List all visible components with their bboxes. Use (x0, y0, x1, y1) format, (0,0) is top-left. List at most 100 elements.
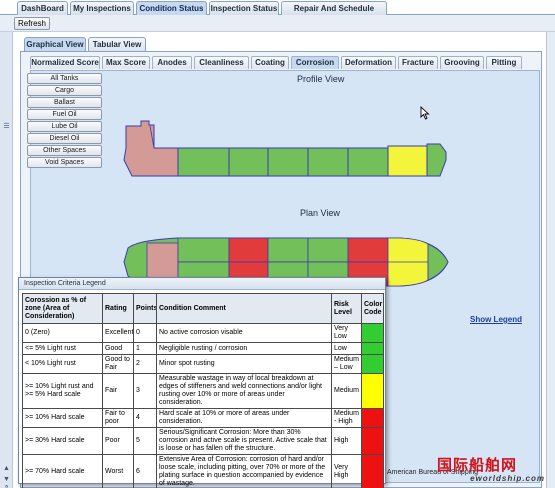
legend-cell-rating: Excellent (102, 323, 134, 343)
legend-color-swatch (361, 354, 384, 374)
legend-row: <= 5% Light rust Good 1 Negligible rusting … (22, 342, 384, 355)
legend-cell-comment: Measurable wastage in way of local break… (156, 373, 332, 409)
space-filter-list: All Tanks Cargo Ballast Fuel Oil Lube Oi… (27, 73, 102, 169)
legend-cell-comment: Minor spot rusting (156, 354, 332, 374)
tab-repair-schedule-status[interactable]: Repair And Schedule Status (281, 1, 387, 26)
plan-view-title: Plan View (300, 208, 340, 218)
legend-cell-comment: Hard scale at 10% or more of areas under… (156, 408, 332, 428)
filter-cargo[interactable]: Cargo (27, 85, 102, 96)
legend-cell-corrosion: 0 (Zero) (22, 323, 103, 343)
legend-cell-comment: No active corrosion visable (156, 323, 332, 343)
legend-row: >= 70% Hard scale Worst 6 Extensive Area of… (22, 454, 384, 488)
legend-row: >= 10% Hard scale Fair to poor 4 Hard scale… (22, 408, 384, 428)
legend-cell-risk: Low (331, 342, 362, 355)
legend-cell-rating: Fair to poor (102, 408, 134, 428)
header-rating: Rating (102, 293, 134, 324)
tab-grooving[interactable]: Grooving (440, 56, 484, 69)
legend-cell-risk: High (331, 427, 362, 455)
mouse-pointer-icon (420, 106, 430, 120)
header-risk: Risk Level (331, 293, 362, 324)
legend-cell-risk: Very High (331, 454, 362, 488)
tab-anodes[interactable]: Anodes (152, 56, 192, 69)
legend-cell-rating: Poor (102, 427, 134, 455)
collapse-down-icon[interactable]: ▼ (2, 475, 11, 484)
legend-header-row: Corossion as % of zone (Area of Consider… (22, 293, 384, 324)
tab-coating[interactable]: Coating (251, 56, 289, 69)
profile-view-title: Profile View (297, 74, 345, 84)
show-legend-link[interactable]: Show Legend (470, 315, 522, 324)
tab-corrosion[interactable]: Corrosion (291, 56, 339, 69)
legend-cell-points: 0 (133, 323, 157, 343)
filter-other-spaces[interactable]: Other Spaces (27, 145, 102, 156)
vertical-scrollbar[interactable] (546, 32, 555, 488)
legend-table: Corossion as % of zone (Area of Consider… (22, 293, 384, 488)
filter-void-spaces[interactable]: Void Spaces (27, 157, 102, 168)
watermark-cn: 国际船舶网 (437, 456, 518, 474)
header-comment: Condition Comment (156, 293, 332, 324)
legend-cell-points: 3 (133, 373, 157, 409)
toolbar: Refresh (0, 15, 555, 32)
legend-cell-comment: Serious/Significant Corrosion: More than… (156, 427, 332, 455)
collapse-up-icon[interactable]: ▲ (2, 464, 11, 473)
tab-tabular-view[interactable]: Tabular View (88, 37, 146, 51)
legend-cell-corrosion: >= 30% Hard scale (22, 427, 103, 455)
tab-cleanliness[interactable]: Cleanliness (194, 56, 249, 69)
legend-cell-points: 4 (133, 408, 157, 428)
legend-row: >= 30% Hard scale Poor 5 Serious/Significan… (22, 427, 384, 455)
legend-cell-risk: Medium – Low (331, 354, 362, 374)
legend-cell-risk: Medium - High (331, 408, 362, 428)
legend-cell-comment: Extensive Area of Corrosion: corrosion o… (156, 454, 332, 488)
tab-max-score[interactable]: Max Score (102, 56, 150, 69)
legend-color-swatch (361, 373, 384, 409)
tab-my-inspections[interactable]: My Inspections (70, 1, 134, 15)
double-up-icon[interactable]: ⇑ (2, 484, 11, 488)
tab-deformation[interactable]: Deformation (341, 56, 396, 69)
legend-cell-risk: Medium (331, 373, 362, 409)
filter-diesel-oil[interactable]: Diesel Oil (27, 133, 102, 144)
legend-cell-corrosion: < 10% Light rust (22, 354, 103, 374)
legend-cell-points: 1 (133, 342, 157, 355)
header-points: Points (133, 293, 157, 324)
legend-cell-points: 5 (133, 427, 157, 455)
legend-cell-points: 6 (133, 454, 157, 488)
tab-fracture[interactable]: Fracture (398, 56, 438, 69)
tab-inspection-status[interactable]: Inspection Status (209, 1, 279, 15)
legend-cell-rating: Worst (102, 454, 134, 488)
tab-condition-status[interactable]: Condition Status (136, 1, 207, 15)
site-watermark: 国际船舶网 eworldship.com (437, 457, 549, 487)
gutter-handle-icon[interactable]: ☰ (2, 122, 11, 131)
tab-pitting[interactable]: Pitting (486, 56, 522, 69)
tab-dashboard[interactable]: DashBoard (17, 1, 68, 15)
legend-cell-points: 2 (133, 354, 157, 374)
refresh-button[interactable]: Refresh (14, 17, 50, 30)
legend-row: >= 10% Light rust and >= 5% Hard scale Fa… (22, 373, 384, 409)
legend-color-swatch (361, 408, 384, 428)
legend-color-swatch (361, 427, 384, 455)
legend-row: < 10% Light rust Good to Fair 2 Minor spot … (22, 354, 384, 374)
filter-all-tanks[interactable]: All Tanks (27, 73, 102, 84)
legend-cell-rating: Fair (102, 373, 134, 409)
legend-color-swatch (361, 323, 384, 343)
filter-fuel-oil[interactable]: Fuel Oil (27, 109, 102, 120)
legend-cell-rating: Good to Fair (102, 354, 134, 374)
filter-lube-oil[interactable]: Lube Oil (27, 121, 102, 132)
tab-graphical-view[interactable]: Graphical View (24, 37, 86, 51)
legend-cell-comment: Negligible rusting / corrosion (156, 342, 332, 355)
legend-cell-risk: Very Low (331, 323, 362, 343)
legend-cell-rating: Good (102, 342, 134, 355)
header-corrosion: Corossion as % of zone (Area of Consider… (22, 293, 103, 324)
legend-cell-corrosion: >= 70% Hard scale (22, 454, 103, 488)
legend-title[interactable]: Inspection Criteria Legend (19, 278, 385, 290)
legend-cell-corrosion: <= 5% Light rust (22, 342, 103, 355)
top-navigation: DashBoard My Inspections Condition Statu… (0, 0, 555, 26)
left-gutter: ☰ ▲ ▼ ⇑ ⇓ (0, 32, 13, 488)
legend-color-swatch (361, 454, 384, 488)
filter-ballast[interactable]: Ballast (27, 97, 102, 108)
watermark-en: eworldship.com (470, 474, 545, 483)
inspection-criteria-legend: Inspection Criteria Legend Corossion as … (18, 277, 386, 488)
header-color: Color Code (361, 293, 384, 324)
legend-color-swatch (361, 342, 384, 355)
legend-cell-corrosion: >= 10% Light rust and >= 5% Hard scale (22, 373, 103, 409)
tab-normalized-score[interactable]: Normalized Score (30, 56, 100, 69)
legend-row: 0 (Zero) Excellent 0 No active corrosion vi… (22, 323, 384, 343)
